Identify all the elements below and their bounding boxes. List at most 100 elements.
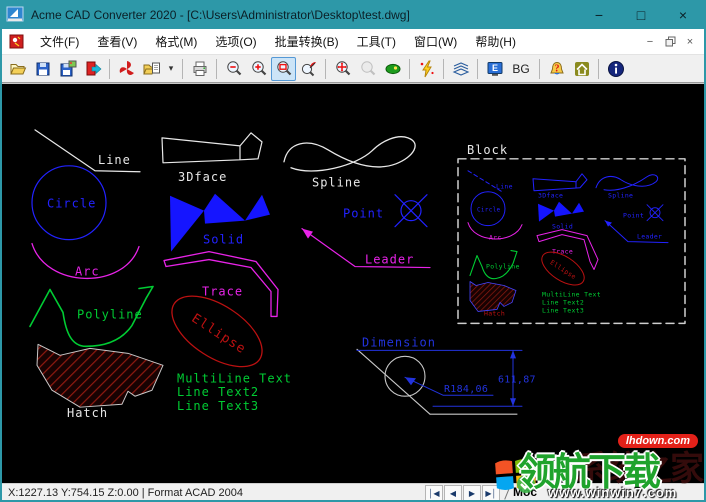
label-mtext1: MultiLine Text: [177, 371, 292, 385]
save-icon: [34, 60, 52, 78]
block-label-circle: Circle: [477, 207, 501, 214]
export-icon: [84, 60, 102, 78]
last-layout-button[interactable]: ▶│: [482, 485, 500, 501]
block-label-mtext2: Line Text2: [542, 298, 584, 306]
dwg-file-icon: [8, 33, 25, 50]
zoom-out-icon: [225, 60, 243, 78]
explode-button[interactable]: [414, 57, 439, 81]
menu-help[interactable]: 帮助(H): [466, 29, 525, 54]
menu-format[interactable]: 格式(M): [146, 29, 206, 54]
label-3dface: 3Dface: [178, 170, 227, 184]
label-dimension: Dimension: [362, 335, 436, 349]
svg-text:?: ?: [554, 63, 559, 74]
block-label-polyline: Polyline: [486, 263, 520, 271]
print-button[interactable]: [187, 57, 212, 81]
label-leader: Leader: [365, 253, 414, 267]
pan-icon: [334, 60, 352, 78]
drawing-canvas[interactable]: Line Circle 3Dface Spline Point: [2, 83, 704, 483]
zoom-window-button[interactable]: [271, 57, 296, 81]
batch-convert-icon: [143, 60, 161, 78]
block-label-line: Line: [496, 183, 513, 191]
layers-icon: [452, 60, 470, 78]
title-bar: Acme CAD Converter 2020 - [C:\Users\Admi…: [0, 0, 706, 29]
menu-window[interactable]: 窗口(W): [405, 29, 466, 54]
block-label-hatch: Hatch: [484, 309, 505, 317]
help-button[interactable]: ?: [544, 57, 569, 81]
label-solid: Solid: [203, 233, 244, 247]
window-title: Acme CAD Converter 2020 - [C:\Users\Admi…: [31, 8, 582, 22]
coordinates-readout: X:1227.13 Y:754.15 Z:0.00 | Format ACAD …: [8, 487, 243, 499]
save-as-image-button[interactable]: [55, 57, 80, 81]
zoom-previous-icon: [359, 60, 377, 78]
open-button[interactable]: [5, 57, 30, 81]
dropdown-arrow-icon: ▾: [169, 63, 174, 74]
zoom-extents-button[interactable]: [296, 57, 321, 81]
help-icon: ?: [548, 60, 566, 78]
export-button[interactable]: [80, 57, 105, 81]
menu-view[interactable]: 查看(V): [88, 29, 146, 54]
about-icon: [607, 60, 625, 78]
open-icon: [9, 60, 27, 78]
layout-nav: │◀ ◀ ▶ ▶│ Moc: [425, 485, 537, 501]
entity-spline: [284, 137, 415, 171]
mdi-restore-button[interactable]: [660, 34, 680, 50]
label-hatch: Hatch: [67, 406, 108, 420]
zoom-in-button[interactable]: [246, 57, 271, 81]
restore-icon: [665, 36, 676, 47]
label-arc: Arc: [75, 265, 100, 279]
prev-layout-button[interactable]: ◀: [444, 485, 462, 501]
label-point: Point: [343, 207, 384, 221]
render-icon: [384, 60, 402, 78]
next-layout-button[interactable]: ▶: [463, 485, 481, 501]
zoom-previous-button[interactable]: [355, 57, 380, 81]
menu-file[interactable]: 文件(F): [31, 29, 88, 54]
mdi-close-button[interactable]: ×: [680, 34, 700, 50]
menu-options[interactable]: 选项(O): [206, 29, 265, 54]
block-content: Line Circle 3Dface Spline Point: [468, 171, 668, 318]
batch-convert-dropdown[interactable]: ▾: [164, 57, 178, 81]
toolbar: ▾: [2, 55, 704, 83]
background-color-button[interactable]: BG: [507, 57, 535, 81]
label-line: Line: [98, 153, 131, 167]
tab-model[interactable]: Moc: [513, 485, 537, 501]
block-label-leader: Leader: [637, 233, 662, 241]
render-button[interactable]: [380, 57, 405, 81]
dim-radius-text: R184,06: [444, 384, 488, 395]
zoom-out-button[interactable]: [221, 57, 246, 81]
zoom-in-icon: [250, 60, 268, 78]
pdf-convert-button[interactable]: [114, 57, 139, 81]
entity-hatch: [37, 344, 163, 407]
block-label-mtext3: Line Text3: [542, 306, 584, 314]
mdi-minimize-button[interactable]: −: [640, 34, 660, 50]
dim-height-text: 611,87: [498, 374, 536, 385]
block-label-arc: Arc: [489, 234, 502, 242]
layers-button[interactable]: [448, 57, 473, 81]
print-icon: [191, 60, 209, 78]
close-button[interactable]: ×: [666, 3, 700, 27]
label-polyline: Polyline: [77, 307, 143, 321]
maximize-button[interactable]: □: [624, 3, 658, 27]
block-label-spline: Spline: [608, 192, 633, 200]
block-label-3dface: 3Dface: [538, 192, 563, 200]
first-layout-button[interactable]: │◀: [425, 485, 443, 501]
menu-bar: 文件(F) 查看(V) 格式(M) 选项(O) 批量转换(B) 工具(T) 窗口…: [2, 29, 704, 55]
home-button[interactable]: [569, 57, 594, 81]
menu-tools[interactable]: 工具(T): [348, 29, 405, 54]
pan-button[interactable]: [330, 57, 355, 81]
label-mtext3: Line Text3: [177, 399, 259, 413]
label-spline: Spline: [312, 176, 361, 190]
about-button[interactable]: [603, 57, 628, 81]
batch-convert-button[interactable]: [139, 57, 164, 81]
preview-button[interactable]: E: [482, 57, 507, 81]
label-circle: Circle: [47, 197, 96, 211]
save-button[interactable]: [30, 57, 55, 81]
cad-drawing: Line Circle 3Dface Spline Point: [2, 84, 704, 483]
minimize-button[interactable]: −: [582, 3, 616, 27]
home-icon: [573, 60, 591, 78]
menu-batch-convert[interactable]: 批量转换(B): [266, 29, 348, 54]
tab-divider: [504, 485, 511, 499]
label-block: Block: [467, 143, 508, 157]
save-as-image-icon: [59, 60, 77, 78]
zoom-window-icon: [275, 60, 293, 78]
block-label-mtext1: MultiLine Text: [542, 290, 601, 298]
